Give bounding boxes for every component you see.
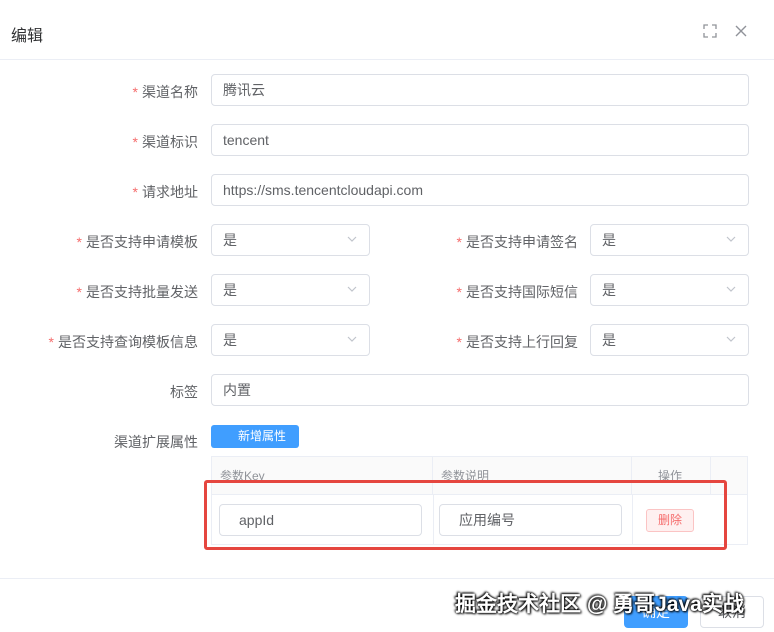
request-url-input[interactable]: https://sms.tencentcloudapi.com bbox=[211, 174, 749, 206]
uplink-reply-label: * 是否支持上行回复 bbox=[456, 334, 578, 350]
channel-id-input[interactable]: tencent bbox=[211, 124, 749, 156]
chevron-down-icon bbox=[347, 236, 357, 242]
chevron-down-icon bbox=[726, 286, 736, 292]
sign-apply-label: * 是否支持申请签名 bbox=[456, 234, 578, 250]
channel-name-label: * 渠道名称 bbox=[132, 84, 198, 100]
channel-id-label: * 渠道标识 bbox=[132, 134, 198, 150]
channel-name-input[interactable]: 腾讯云 bbox=[211, 74, 749, 106]
watermark: 掘金技术社区 @ 勇哥Java实战 bbox=[455, 593, 744, 616]
template-apply-select[interactable]: 是 bbox=[211, 224, 370, 256]
tag-input[interactable]: 内置 bbox=[211, 374, 749, 406]
template-query-select[interactable]: 是 bbox=[211, 324, 370, 356]
chevron-down-icon bbox=[726, 336, 736, 342]
dialog-header: 编辑 bbox=[0, 0, 774, 60]
batch-send-select[interactable]: 是 bbox=[211, 274, 370, 306]
batch-send-label: * 是否支持批量发送 bbox=[76, 284, 198, 300]
ext-attrs-label: 渠道扩展属性 bbox=[114, 434, 198, 450]
add-attribute-button[interactable]: 新增属性 bbox=[211, 425, 299, 448]
dialog-title: 编辑 bbox=[11, 28, 44, 45]
tag-label: 标签 bbox=[170, 384, 198, 400]
chevron-down-icon bbox=[726, 236, 736, 242]
close-icon[interactable] bbox=[734, 24, 748, 38]
sign-apply-select[interactable]: 是 bbox=[590, 224, 749, 256]
edit-dialog: 编辑 * 渠道名称 腾讯云 * 渠道标识 tencent * 请求地址 https:/… bbox=[0, 0, 774, 632]
intl-sms-select[interactable]: 是 bbox=[590, 274, 749, 306]
template-apply-label: * 是否支持申请模板 bbox=[76, 234, 198, 250]
chevron-down-icon bbox=[347, 286, 357, 292]
chevron-down-icon bbox=[347, 336, 357, 342]
request-url-label: * 请求地址 bbox=[132, 184, 198, 200]
template-query-label: * 是否支持查询模板信息 bbox=[48, 334, 198, 350]
highlight-box bbox=[204, 480, 727, 550]
intl-sms-label: * 是否支持国际短信 bbox=[456, 284, 578, 300]
uplink-reply-select[interactable]: 是 bbox=[590, 324, 749, 356]
fullscreen-icon[interactable] bbox=[703, 24, 717, 38]
